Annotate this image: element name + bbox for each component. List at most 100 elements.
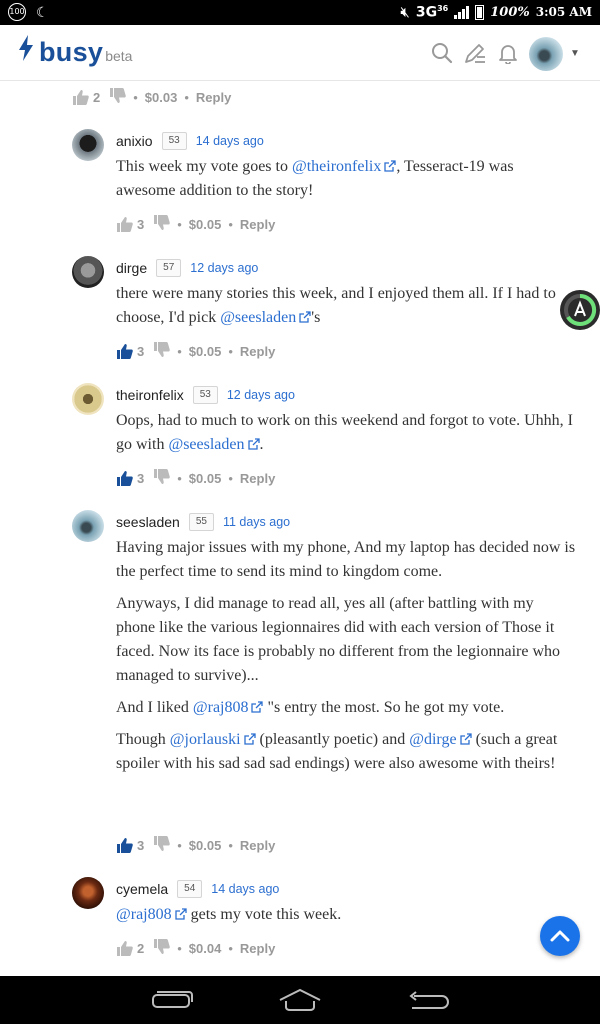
downvote-button[interactable]: [154, 342, 171, 360]
upvote-count: 3: [137, 837, 145, 853]
avatar[interactable]: [72, 129, 104, 161]
reply-link[interactable]: Reply: [240, 344, 275, 359]
payout-value: $0.05: [188, 837, 222, 853]
upvote-count: 2: [93, 89, 101, 105]
reply-link[interactable]: Reply: [240, 941, 275, 956]
reply-link[interactable]: Reply: [240, 471, 275, 486]
payout-value: $0.04: [188, 940, 222, 956]
reply-link[interactable]: Reply: [240, 838, 275, 853]
upvote-button[interactable]: 2: [117, 940, 145, 956]
bell-icon[interactable]: [497, 42, 519, 64]
external-link-icon: [243, 733, 256, 745]
mute-icon: 🔇︎: [400, 3, 410, 21]
upvote-button[interactable]: 3: [117, 470, 145, 486]
reputation-badge: 57: [156, 259, 182, 277]
separator-dot: •: [228, 343, 233, 359]
comment-body: @raj808 gets my vote this week.: [116, 906, 342, 923]
comment-actions: 3 • $0.05 • Reply: [117, 341, 275, 361]
upvote-button[interactable]: 2: [73, 89, 101, 105]
comment-actions: 3 • $0.05 • Reply: [117, 835, 275, 855]
mention-link[interactable]: @seesladen: [220, 309, 296, 326]
thumbs-up-icon: [117, 216, 133, 232]
avatar[interactable]: [72, 510, 104, 542]
reply-link[interactable]: Reply: [240, 217, 275, 232]
downvote-button[interactable]: [154, 215, 171, 233]
thumbs-up-icon: [73, 89, 89, 105]
avatar[interactable]: [72, 256, 104, 288]
comment-author[interactable]: seesladen: [116, 514, 180, 530]
thumbs-down-icon: [154, 836, 171, 851]
upvote-button[interactable]: 3: [117, 216, 145, 232]
notification-badge-icon: 100: [8, 3, 26, 21]
mention-link[interactable]: @jorlauski: [170, 731, 241, 748]
upvote-count: 3: [137, 343, 145, 359]
mention-link[interactable]: @raj808: [116, 906, 172, 923]
mention-link[interactable]: @dirge: [409, 731, 456, 748]
comment-actions: 3 • $0.05 • Reply: [117, 214, 275, 234]
external-link-icon: [247, 438, 260, 450]
separator-dot: •: [177, 216, 182, 232]
caret-down-icon[interactable]: ▼: [570, 48, 580, 59]
payout-value: $0.05: [188, 216, 222, 232]
comment-body: Oops, had to much to work on this weeken…: [116, 412, 573, 453]
comment-timestamp[interactable]: 12 days ago: [190, 261, 258, 275]
upvote-count: 3: [137, 216, 145, 232]
mention-link[interactable]: @theironfelix: [292, 158, 381, 175]
external-link-icon: [174, 908, 187, 920]
comment-author[interactable]: anixio: [116, 133, 153, 149]
busy-logo[interactable]: busy beta: [18, 35, 132, 68]
clock: 3:05 AM: [535, 5, 592, 19]
separator-dot: •: [177, 940, 182, 956]
comment-timestamp[interactable]: 11 days ago: [223, 515, 290, 529]
comment-paragraph: Anyways, I did manage to read all, yes a…: [116, 595, 560, 684]
comment-timestamp[interactable]: 14 days ago: [196, 134, 264, 148]
upvote-button[interactable]: 3: [117, 343, 145, 359]
downvote-button[interactable]: [154, 939, 171, 957]
comment-timestamp[interactable]: 14 days ago: [211, 882, 279, 896]
separator-dot: •: [177, 837, 182, 853]
avatar[interactable]: [72, 877, 104, 909]
comment-body: there were many stories this week, and I…: [116, 285, 556, 326]
battery-icon: [475, 4, 485, 20]
payout-value: $0.05: [188, 470, 222, 486]
separator-dot: •: [133, 89, 138, 105]
mention-link[interactable]: @seesladen: [168, 436, 244, 453]
beta-label: beta: [105, 48, 133, 64]
payout-value: $0.05: [188, 343, 222, 359]
reply-link[interactable]: Reply: [196, 90, 231, 105]
back-icon[interactable]: [406, 986, 450, 1014]
comment-body: Having major issues with my phone, And m…: [116, 536, 576, 784]
comment-paragraph: Having major issues with my phone, And m…: [116, 539, 576, 580]
upvote-count: 3: [137, 470, 145, 486]
floating-assist-button[interactable]: [560, 290, 600, 330]
separator-dot: •: [228, 470, 233, 486]
payout-value: $0.03: [144, 89, 178, 105]
thumbs-up-icon: [117, 940, 133, 956]
separator-dot: •: [228, 216, 233, 232]
downvote-button[interactable]: [154, 469, 171, 487]
upvote-button[interactable]: 3: [117, 837, 145, 853]
comment-author[interactable]: theironfelix: [116, 387, 184, 403]
reputation-badge: 54: [177, 880, 203, 898]
thumbs-down-icon: [110, 88, 127, 103]
downvote-button[interactable]: [110, 88, 127, 106]
comment-timestamp[interactable]: 12 days ago: [227, 388, 295, 402]
search-icon[interactable]: [431, 42, 453, 64]
mention-link[interactable]: @raj808: [193, 699, 249, 716]
comment-author[interactable]: dirge: [116, 260, 147, 276]
avatar[interactable]: [72, 383, 104, 415]
comment-body: This week my vote goes to @theironfelix,…: [116, 158, 514, 199]
upvote-count: 2: [137, 940, 145, 956]
home-icon[interactable]: [278, 986, 322, 1014]
thumbs-down-icon: [154, 342, 171, 357]
external-link-icon: [384, 160, 396, 172]
thumbs-down-icon: [154, 469, 171, 484]
comment-author[interactable]: cyemela: [116, 881, 168, 897]
user-avatar[interactable]: [529, 37, 563, 71]
reputation-badge: 53: [192, 386, 218, 404]
recent-apps-icon[interactable]: [150, 986, 194, 1014]
write-icon[interactable]: [464, 42, 486, 64]
scroll-to-top-button[interactable]: [540, 916, 580, 956]
downvote-button[interactable]: [154, 836, 171, 854]
thumbs-up-icon: [117, 470, 133, 486]
